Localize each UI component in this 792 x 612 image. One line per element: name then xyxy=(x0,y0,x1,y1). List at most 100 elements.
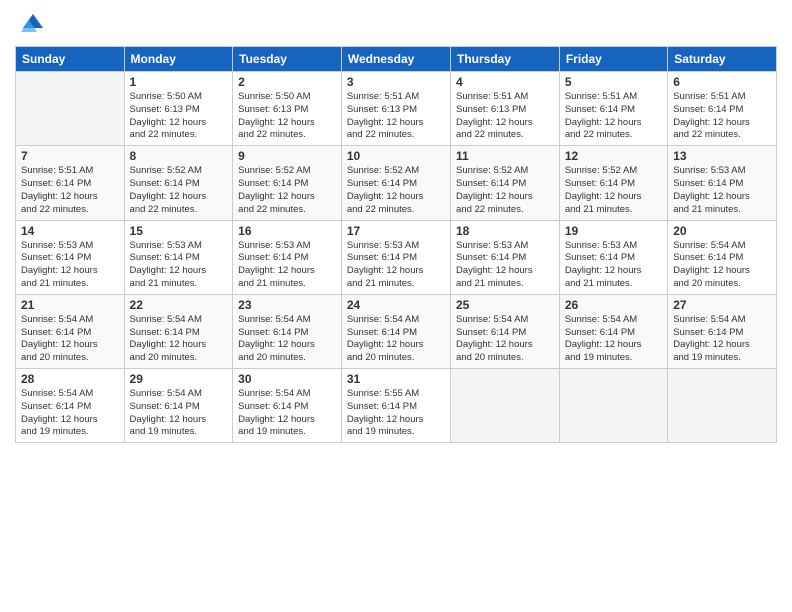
day-number: 26 xyxy=(565,298,662,312)
calendar-week-3: 14 Sunrise: 5:53 AM Sunset: 6:14 PM Dayli… xyxy=(16,220,777,294)
day-number: 23 xyxy=(238,298,336,312)
day-number: 10 xyxy=(347,149,445,163)
day-info: Sunrise: 5:51 AM Sunset: 6:14 PM Dayligh… xyxy=(673,91,771,142)
day-number: 22 xyxy=(130,298,228,312)
day-number: 18 xyxy=(456,224,554,238)
calendar-cell: 26 Sunrise: 5:54 AM Sunset: 6:14 PM Dayli… xyxy=(559,294,667,368)
calendar-cell: 21 Sunrise: 5:54 AM Sunset: 6:14 PM Dayli… xyxy=(16,294,125,368)
day-info: Sunrise: 5:54 AM Sunset: 6:14 PM Dayligh… xyxy=(238,388,336,439)
day-info: Sunrise: 5:55 AM Sunset: 6:14 PM Dayligh… xyxy=(347,388,445,439)
day-number: 9 xyxy=(238,149,336,163)
calendar-week-4: 21 Sunrise: 5:54 AM Sunset: 6:14 PM Dayli… xyxy=(16,294,777,368)
day-info: Sunrise: 5:54 AM Sunset: 6:14 PM Dayligh… xyxy=(21,388,119,439)
day-info: Sunrise: 5:54 AM Sunset: 6:14 PM Dayligh… xyxy=(238,314,336,365)
calendar-cell: 23 Sunrise: 5:54 AM Sunset: 6:14 PM Dayli… xyxy=(233,294,342,368)
day-number: 16 xyxy=(238,224,336,238)
calendar-cell: 18 Sunrise: 5:53 AM Sunset: 6:14 PM Dayli… xyxy=(451,220,560,294)
calendar-cell: 6 Sunrise: 5:51 AM Sunset: 6:14 PM Daylig… xyxy=(668,72,777,146)
calendar-table: SundayMondayTuesdayWednesdayThursdayFrid… xyxy=(15,46,777,443)
day-number: 5 xyxy=(565,75,662,89)
column-header-saturday: Saturday xyxy=(668,47,777,72)
calendar-cell: 13 Sunrise: 5:53 AM Sunset: 6:14 PM Dayli… xyxy=(668,146,777,220)
day-info: Sunrise: 5:54 AM Sunset: 6:14 PM Dayligh… xyxy=(21,314,119,365)
calendar-cell: 20 Sunrise: 5:54 AM Sunset: 6:14 PM Dayli… xyxy=(668,220,777,294)
day-info: Sunrise: 5:51 AM Sunset: 6:13 PM Dayligh… xyxy=(456,91,554,142)
day-number: 28 xyxy=(21,372,119,386)
day-number: 12 xyxy=(565,149,662,163)
calendar-cell: 19Sunrise: 5:53 AM Sunset: 6:14 PM Dayli… xyxy=(559,220,667,294)
calendar-cell: 16 Sunrise: 5:53 AM Sunset: 6:14 PM Dayli… xyxy=(233,220,342,294)
day-number: 17 xyxy=(347,224,445,238)
day-info: Sunrise: 5:51 AM Sunset: 6:13 PM Dayligh… xyxy=(347,91,445,142)
calendar-cell: 11 Sunrise: 5:52 AM Sunset: 6:14 PM Dayli… xyxy=(451,146,560,220)
column-header-thursday: Thursday xyxy=(451,47,560,72)
day-number: 25 xyxy=(456,298,554,312)
column-header-sunday: Sunday xyxy=(16,47,125,72)
day-number: 11 xyxy=(456,149,554,163)
day-info: Sunrise: 5:51 AM Sunset: 6:14 PM Dayligh… xyxy=(21,165,119,216)
calendar-cell: 27 Sunrise: 5:54 AM Sunset: 6:14 PM Dayli… xyxy=(668,294,777,368)
calendar-cell: 22Sunrise: 5:54 AM Sunset: 6:14 PM Dayli… xyxy=(124,294,233,368)
calendar-cell: 9 Sunrise: 5:52 AM Sunset: 6:14 PM Daylig… xyxy=(233,146,342,220)
day-number: 3 xyxy=(347,75,445,89)
day-info: Sunrise: 5:53 AM Sunset: 6:14 PM Dayligh… xyxy=(456,240,554,291)
calendar-cell: 17 Sunrise: 5:53 AM Sunset: 6:14 PM Dayli… xyxy=(341,220,450,294)
calendar-cell: 8Sunrise: 5:52 AM Sunset: 6:14 PM Daylig… xyxy=(124,146,233,220)
day-number: 14 xyxy=(21,224,119,238)
day-number: 2 xyxy=(238,75,336,89)
calendar-week-5: 28 Sunrise: 5:54 AM Sunset: 6:14 PM Dayli… xyxy=(16,369,777,443)
day-info: Sunrise: 5:52 AM Sunset: 6:14 PM Dayligh… xyxy=(130,165,228,216)
column-header-tuesday: Tuesday xyxy=(233,47,342,72)
day-number: 20 xyxy=(673,224,771,238)
day-number: 21 xyxy=(21,298,119,312)
day-number: 13 xyxy=(673,149,771,163)
day-info: Sunrise: 5:51 AM Sunset: 6:14 PM Dayligh… xyxy=(565,91,662,142)
day-info: Sunrise: 5:52 AM Sunset: 6:14 PM Dayligh… xyxy=(347,165,445,216)
calendar-cell: 25 Sunrise: 5:54 AM Sunset: 6:14 PM Dayli… xyxy=(451,294,560,368)
day-number: 4 xyxy=(456,75,554,89)
day-number: 1 xyxy=(130,75,228,89)
calendar-cell: 1 Sunrise: 5:50 AM Sunset: 6:13 PM Daylig… xyxy=(124,72,233,146)
calendar-cell: 24Sunrise: 5:54 AM Sunset: 6:14 PM Dayli… xyxy=(341,294,450,368)
calendar-cell xyxy=(668,369,777,443)
logo xyxy=(15,10,47,40)
day-number: 6 xyxy=(673,75,771,89)
calendar-cell xyxy=(559,369,667,443)
day-info: Sunrise: 5:54 AM Sunset: 6:14 PM Dayligh… xyxy=(673,240,771,291)
day-info: Sunrise: 5:52 AM Sunset: 6:14 PM Dayligh… xyxy=(456,165,554,216)
day-info: Sunrise: 5:52 AM Sunset: 6:14 PM Dayligh… xyxy=(565,165,662,216)
calendar-cell: 28 Sunrise: 5:54 AM Sunset: 6:14 PM Dayli… xyxy=(16,369,125,443)
calendar-cell: 3 Sunrise: 5:51 AM Sunset: 6:13 PM Daylig… xyxy=(341,72,450,146)
column-header-wednesday: Wednesday xyxy=(341,47,450,72)
calendar-cell: 12 Sunrise: 5:52 AM Sunset: 6:14 PM Dayli… xyxy=(559,146,667,220)
header xyxy=(15,10,777,40)
day-info: Sunrise: 5:53 AM Sunset: 6:14 PM Dayligh… xyxy=(673,165,771,216)
calendar-cell xyxy=(451,369,560,443)
day-info: Sunrise: 5:53 AM Sunset: 6:14 PM Dayligh… xyxy=(347,240,445,291)
calendar-week-2: 7 Sunrise: 5:51 AM Sunset: 6:14 PM Daylig… xyxy=(16,146,777,220)
day-info: Sunrise: 5:54 AM Sunset: 6:14 PM Dayligh… xyxy=(673,314,771,365)
calendar-cell: 5 Sunrise: 5:51 AM Sunset: 6:14 PM Daylig… xyxy=(559,72,667,146)
calendar-cell xyxy=(16,72,125,146)
calendar-cell: 30 Sunrise: 5:54 AM Sunset: 6:14 PM Dayli… xyxy=(233,369,342,443)
calendar-cell: 29 Sunrise: 5:54 AM Sunset: 6:14 PM Dayli… xyxy=(124,369,233,443)
day-info: Sunrise: 5:53 AM Sunset: 6:14 PM Dayligh… xyxy=(565,240,662,291)
day-number: 7 xyxy=(21,149,119,163)
day-info: Sunrise: 5:52 AM Sunset: 6:14 PM Dayligh… xyxy=(238,165,336,216)
day-number: 27 xyxy=(673,298,771,312)
calendar-cell: 10 Sunrise: 5:52 AM Sunset: 6:14 PM Dayli… xyxy=(341,146,450,220)
day-info: Sunrise: 5:53 AM Sunset: 6:14 PM Dayligh… xyxy=(21,240,119,291)
day-info: Sunrise: 5:54 AM Sunset: 6:14 PM Dayligh… xyxy=(565,314,662,365)
day-info: Sunrise: 5:53 AM Sunset: 6:14 PM Dayligh… xyxy=(238,240,336,291)
calendar-cell: 2 Sunrise: 5:50 AM Sunset: 6:13 PM Daylig… xyxy=(233,72,342,146)
day-number: 15 xyxy=(130,224,228,238)
day-info: Sunrise: 5:50 AM Sunset: 6:13 PM Dayligh… xyxy=(238,91,336,142)
day-info: Sunrise: 5:50 AM Sunset: 6:13 PM Dayligh… xyxy=(130,91,228,142)
calendar-cell: 7 Sunrise: 5:51 AM Sunset: 6:14 PM Daylig… xyxy=(16,146,125,220)
day-number: 29 xyxy=(130,372,228,386)
day-number: 30 xyxy=(238,372,336,386)
day-info: Sunrise: 5:54 AM Sunset: 6:14 PM Dayligh… xyxy=(130,388,228,439)
day-number: 24 xyxy=(347,298,445,312)
page: SundayMondayTuesdayWednesdayThursdayFrid… xyxy=(0,0,792,612)
day-info: Sunrise: 5:54 AM Sunset: 6:14 PM Dayligh… xyxy=(456,314,554,365)
